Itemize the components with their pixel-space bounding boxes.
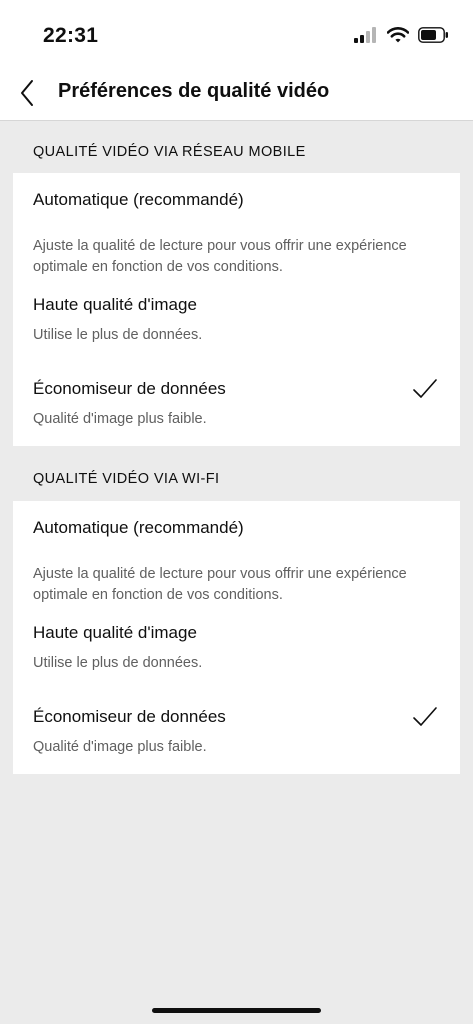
status-bar: 22:31	[0, 0, 473, 68]
option-title: Automatique (recommandé)	[33, 190, 244, 209]
section-header-wifi: QUALITÉ VIDÉO VIA WI-FI	[33, 471, 220, 487]
checkmark-icon	[413, 707, 437, 726]
option-title: Haute qualité d'image	[33, 623, 197, 642]
option-title: Économiseur de données	[33, 707, 226, 726]
status-icons	[354, 27, 449, 43]
nav-bar: Préférences de qualité vidéo	[0, 68, 473, 121]
chevron-left-icon	[21, 80, 33, 106]
option-description: Ajuste la qualité de lecture pour vous o…	[33, 566, 407, 603]
home-indicator[interactable]	[152, 1008, 321, 1013]
option-mobile-high-quality[interactable]: Haute qualité d'image Utilise le plus de…	[13, 294, 460, 350]
option-wifi-high-quality[interactable]: Haute qualité d'image Utilise le plus de…	[13, 622, 460, 678]
option-description: Utilise le plus de données.	[33, 327, 203, 343]
page-title: Préférences de qualité vidéo	[58, 80, 330, 102]
option-mobile-auto[interactable]: Automatique (recommandé) Ajuste la quali…	[13, 189, 460, 275]
mobile-quality-options-card: Automatique (recommandé) Ajuste la quali…	[13, 173, 460, 446]
option-wifi-auto[interactable]: Automatique (recommandé) Ajuste la quali…	[13, 517, 460, 603]
battery-icon	[418, 27, 448, 43]
back-button[interactable]	[10, 76, 44, 110]
option-mobile-data-saver[interactable]: Économiseur de données Qualité d'image p…	[13, 378, 460, 434]
option-title: Haute qualité d'image	[33, 295, 197, 314]
option-wifi-data-saver[interactable]: Économiseur de données Qualité d'image p…	[13, 706, 460, 762]
checkmark-icon	[413, 379, 437, 398]
cellular-signal-icon	[354, 27, 376, 43]
option-description: Utilise le plus de données.	[33, 655, 203, 671]
status-time: 22:31	[43, 24, 99, 47]
option-title: Économiseur de données	[33, 379, 226, 398]
wifi-quality-options-card: Automatique (recommandé) Ajuste la quali…	[13, 501, 460, 774]
option-description: Ajuste la qualité de lecture pour vous o…	[33, 238, 407, 275]
option-description: Qualité d'image plus faible.	[33, 739, 207, 755]
option-description: Qualité d'image plus faible.	[33, 411, 207, 427]
section-header-mobile: QUALITÉ VIDÉO VIA RÉSEAU MOBILE	[33, 144, 306, 160]
option-title: Automatique (recommandé)	[33, 518, 244, 537]
wifi-icon	[387, 27, 409, 43]
